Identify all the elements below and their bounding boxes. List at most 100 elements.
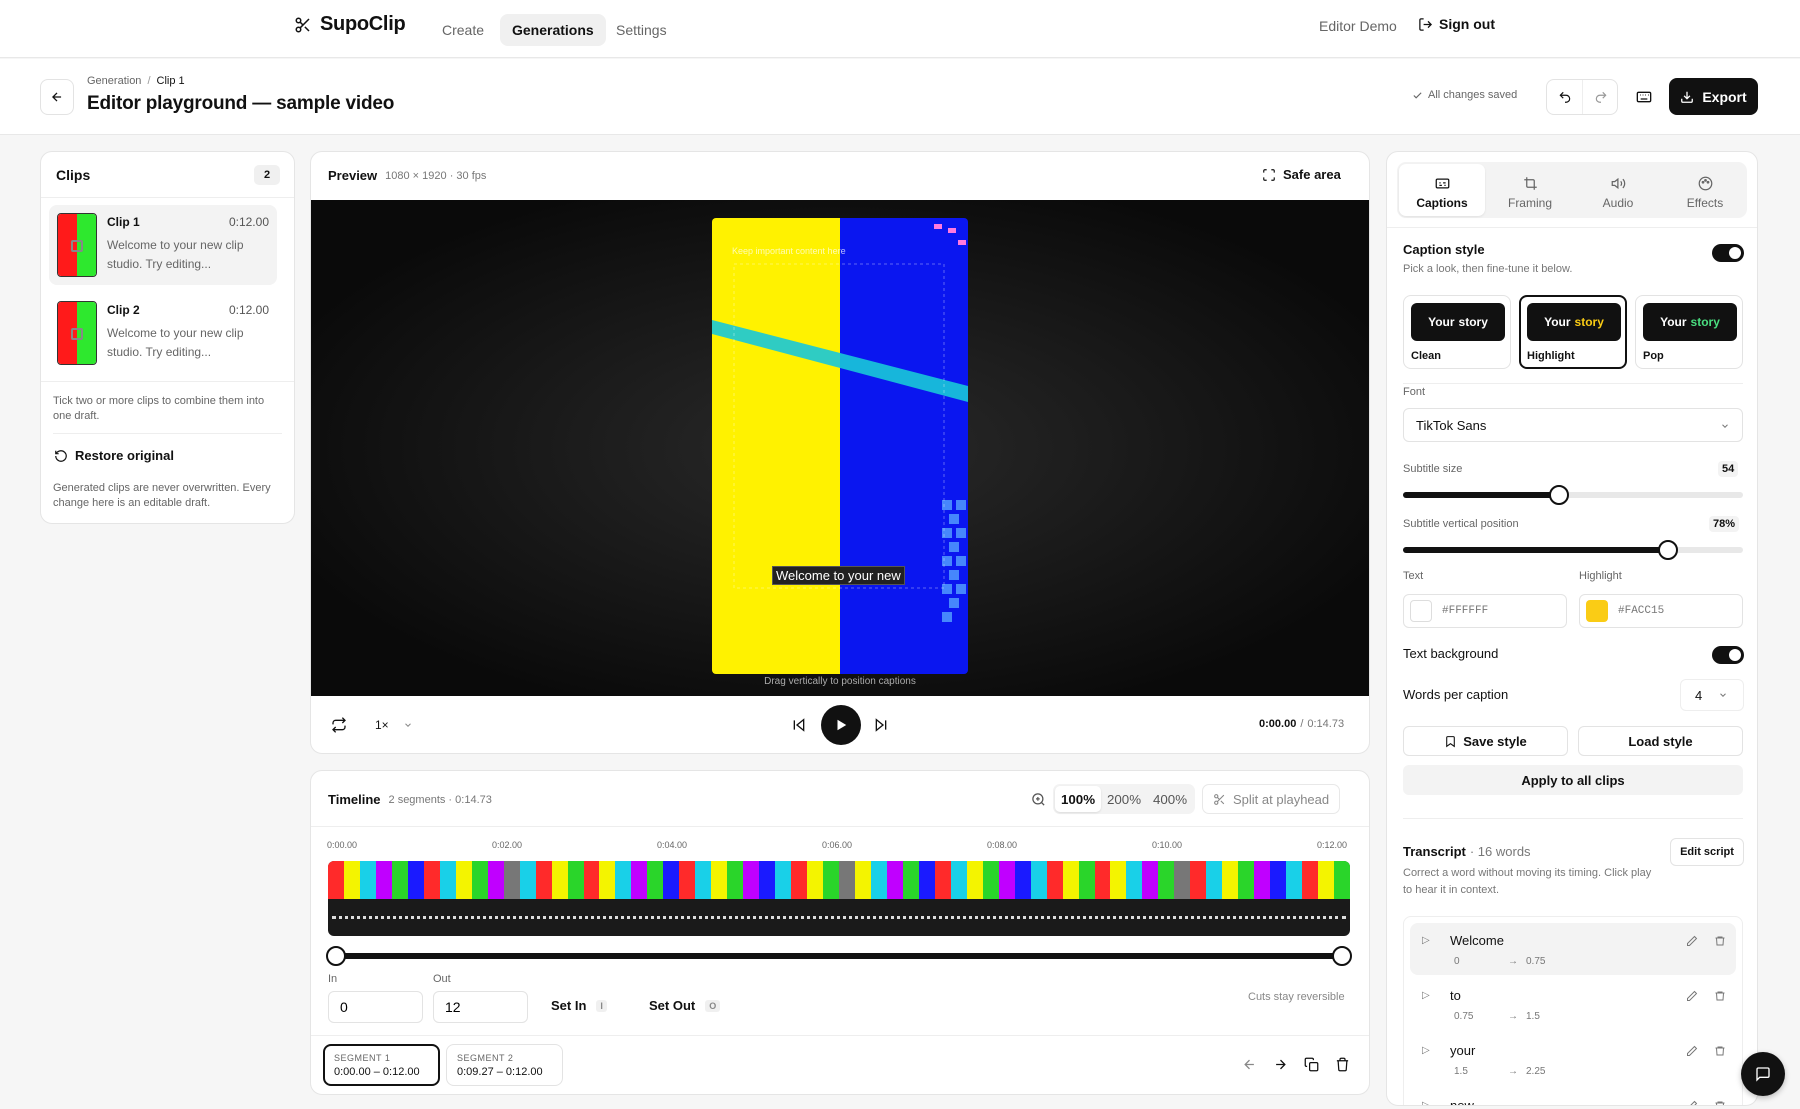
clip-item-2[interactable]: Clip 2 0:12.00 Welcome to your new clip … [49,293,277,373]
load-style-button[interactable]: Load style [1578,726,1743,756]
tab-framing[interactable]: Framing [1487,164,1573,216]
redo-button[interactable] [1583,80,1619,114]
zoom-100[interactable]: 100% [1055,786,1101,812]
timeline-track[interactable] [328,861,1350,936]
segment-label: SEGMENT 2 [457,1052,514,1063]
words-per-caption-select[interactable]: 4 [1680,679,1744,711]
repeat-icon [332,717,346,733]
transcript-word[interactable]: ▷ to 0.75 → 1.5 [1410,978,1736,1030]
segment-1-chip[interactable]: SEGMENT 1 0:00.00 – 0:12.00 [323,1044,440,1086]
tick-label: 0:04.00 [657,840,688,850]
skip-back-button[interactable] [791,717,807,736]
tab-captions[interactable]: Captions [1399,164,1485,216]
trim-end-handle[interactable] [1332,946,1352,966]
pencil-icon[interactable] [1686,1045,1698,1057]
trim-start-handle[interactable] [326,946,346,966]
subtitle-size-slider[interactable] [1403,485,1743,505]
segment-range: 0:00.00 – 0:12.00 [334,1065,420,1078]
filmstrip-frame [759,861,776,899]
speed-select[interactable]: 1× [375,718,413,732]
tab-audio[interactable]: Audio [1575,164,1661,216]
split-at-playhead-button[interactable]: Split at playhead [1202,784,1341,814]
apply-to-all-clips-button[interactable]: Apply to all clips [1403,765,1743,795]
nav-generations[interactable]: Generations [500,14,606,46]
export-button[interactable]: Export [1669,78,1758,115]
play-word-icon[interactable]: ▷ [1422,935,1430,946]
safe-area-toggle[interactable]: Safe area [1262,167,1341,182]
back-button[interactable] [40,79,74,115]
restore-original-button[interactable]: Restore original [54,448,174,463]
zoom-400[interactable]: 400% [1147,786,1193,812]
skip-forward-button[interactable] [873,717,889,736]
set-in-button[interactable]: Set In I [551,998,607,1013]
preset-pop[interactable]: Your story Pop [1635,295,1743,369]
caption-overlay[interactable]: Welcome to your new [772,566,905,585]
timeline-panel: Timeline 2 segments · 0:14.73 100% 200% … [310,770,1370,1095]
color-swatch[interactable] [1586,600,1608,622]
segment-2-chip[interactable]: SEGMENT 2 0:09.27 – 0:12.00 [446,1044,563,1086]
preset-clean[interactable]: Your story Clean [1403,295,1511,369]
save-style-button[interactable]: Save style [1403,726,1568,756]
out-input[interactable] [433,991,528,1023]
pencil-icon[interactable] [1686,1100,1698,1106]
in-input[interactable] [328,991,423,1023]
text-color-field[interactable]: #FFFFFF [1403,594,1567,628]
slider-knob[interactable] [1549,485,1570,505]
move-segment-right-button[interactable] [1273,1057,1288,1075]
text-background-toggle[interactable] [1712,646,1744,664]
sign-out-button[interactable]: Sign out [1418,16,1495,32]
clip-thumbnail [57,213,97,277]
duplicate-segment-button[interactable] [1304,1057,1319,1075]
play-word-icon[interactable]: ▷ [1422,1100,1430,1105]
undo-button[interactable] [1547,80,1583,114]
slider-knob[interactable] [1658,540,1679,560]
keyboard-shortcuts-button[interactable] [1628,79,1660,115]
time-display: 0:00.00 / 0:14.73 [1259,718,1344,730]
play-button[interactable] [821,705,861,745]
clip-item-1[interactable]: Clip 1 0:12.00 Welcome to your new clip … [49,205,277,285]
breadcrumb-generation[interactable]: Generation [87,75,141,87]
font-select[interactable]: TikTok Sans [1403,408,1743,442]
pencil-icon[interactable] [1686,935,1698,947]
preset-highlight[interactable]: Your story Highlight [1519,295,1627,369]
vertical-position-slider[interactable] [1403,540,1743,560]
play-word-icon[interactable]: ▷ [1422,990,1430,1001]
highlight-color-field[interactable]: #FACC15 [1579,594,1743,628]
filmstrip-frame [567,861,584,899]
trash-icon[interactable] [1714,1045,1726,1057]
preset-preview: Your story [1411,303,1505,341]
transcript-description: Correct a word without moving its timing… [1403,867,1652,896]
play-word-icon[interactable]: ▷ [1422,1045,1430,1056]
pencil-icon[interactable] [1686,990,1698,1002]
filmstrip-frame [1286,861,1303,899]
chat-button[interactable] [1741,1052,1785,1096]
filmstrip-frame [455,861,473,899]
brand-logo[interactable]: SupoClip [294,13,406,36]
move-segment-left-button[interactable] [1242,1057,1257,1075]
clips-count-badge: 2 [254,165,280,185]
preset-preview: Your story [1527,303,1621,341]
tab-effects[interactable]: Effects [1662,164,1748,216]
filmstrip-frame [1142,861,1159,899]
transcript-word[interactable]: ▷ your 1.5 → 2.25 [1410,1033,1736,1085]
edit-script-button[interactable]: Edit script [1670,838,1744,866]
nav-settings[interactable]: Settings [604,14,679,46]
delete-segment-button[interactable] [1335,1057,1350,1075]
nav-create[interactable]: Create [430,14,496,46]
filmstrip-frame [359,861,377,899]
transcript-word[interactable]: ▷ Welcome 0 → 0.75 [1410,923,1736,975]
trash-icon[interactable] [1714,1100,1726,1106]
set-out-button[interactable]: Set Out O [649,998,721,1013]
color-swatch[interactable] [1410,600,1432,622]
loop-button[interactable] [331,717,347,736]
caption-style-toggle[interactable] [1712,244,1744,262]
zoom-200[interactable]: 200% [1101,786,1147,812]
clips-title: Clips [56,167,91,183]
trash-icon[interactable] [1714,935,1726,947]
filmstrip-frame [439,861,457,899]
transcript-word[interactable]: ▷ new [1410,1088,1736,1106]
filmstrip-frame [343,861,361,899]
video-viewport[interactable]: Keep important content here Welcome to y… [311,200,1369,696]
trash-icon[interactable] [1714,990,1726,1002]
logout-icon [1419,17,1433,31]
